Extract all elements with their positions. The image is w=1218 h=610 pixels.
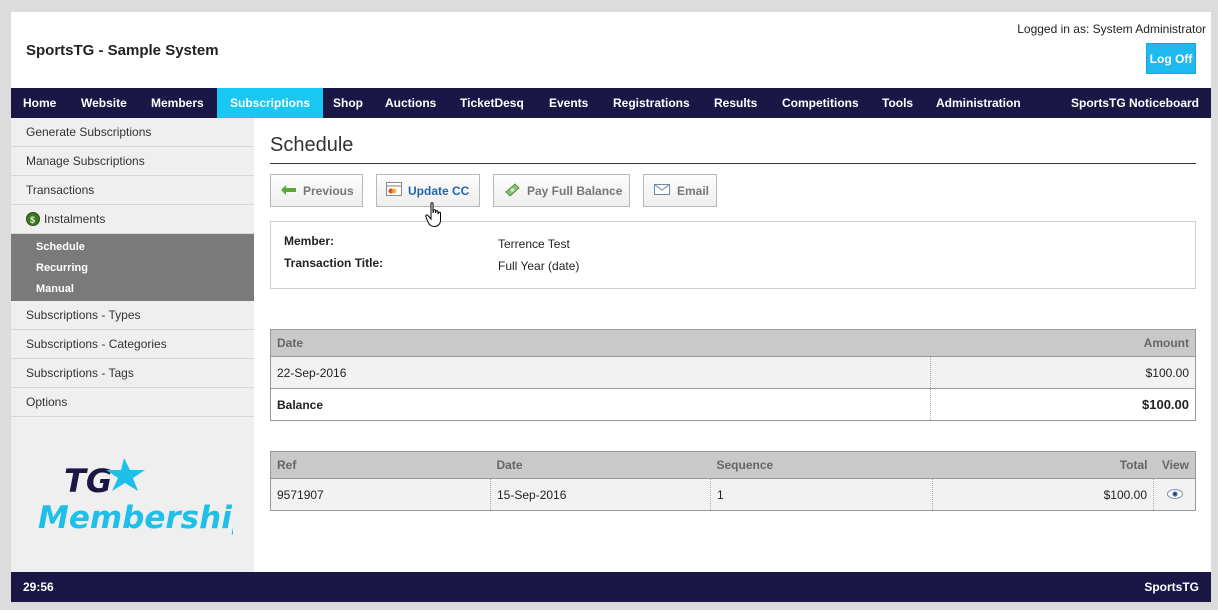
email-button[interactable]: Email [643, 174, 717, 207]
nav-results[interactable]: Results [702, 88, 769, 118]
sidebar-subitem-schedule[interactable]: Schedule [11, 237, 254, 258]
log-off-button[interactable]: Log Off [1146, 43, 1196, 74]
pay-full-balance-button[interactable]: Pay Full Balance [493, 174, 630, 207]
tg-membership-logo: TG Membership [38, 458, 233, 536]
page-title: Schedule [270, 134, 354, 156]
cell-amount: $100.00 [930, 356, 1196, 389]
table-row: 9571907 15-Sep-2016 1 $100.00 [270, 478, 1196, 511]
schedule-table: Date Amount 22-Sep-2016 $100.00 Balance … [270, 329, 1196, 421]
column-header-sequence: Sequence [710, 451, 933, 479]
cell-date: 22-Sep-2016 [270, 356, 931, 389]
nav-auctions[interactable]: Auctions [373, 88, 448, 118]
nav-website[interactable]: Website [69, 88, 139, 118]
nav-competitions[interactable]: Competitions [770, 88, 871, 118]
dollar-coin-icon [26, 206, 40, 234]
envelope-icon [654, 183, 670, 198]
sidebar-subitem-manual[interactable]: Manual [11, 279, 254, 300]
column-header-ref: Ref [270, 451, 491, 479]
arrow-left-icon [281, 184, 296, 198]
sidebar-item-subscription-tags[interactable]: Subscriptions - Tags [11, 359, 254, 388]
sidebar-subitem-recurring[interactable]: Recurring [11, 258, 254, 279]
sidebar-item-subscription-categories[interactable]: Subscriptions - Categories [11, 330, 254, 359]
sidebar-item-label: Instalments [44, 212, 106, 226]
session-timer: 29:56 [23, 580, 54, 594]
column-header-date: Date [490, 451, 711, 479]
sidebar-item-instalments[interactable]: Instalments [11, 205, 254, 234]
credit-card-icon [386, 182, 402, 199]
eye-icon[interactable] [1166, 488, 1183, 502]
money-icon [504, 182, 520, 199]
hand-cursor-icon [425, 202, 441, 228]
logged-in-user: Logged in as: System Administrator [1017, 22, 1206, 36]
column-header-amount: Amount [930, 329, 1196, 357]
nav-members[interactable]: Members [139, 88, 216, 118]
nav-ticketdesq[interactable]: TicketDesq [448, 88, 536, 118]
member-value: Terrence Test [498, 237, 570, 251]
table-row: 22-Sep-2016 $100.00 [270, 356, 1196, 389]
balance-label: Balance [270, 388, 931, 421]
cell-date: 15-Sep-2016 [490, 478, 711, 511]
sidebar-item-generate-subscriptions[interactable]: Generate Subscriptions [11, 118, 254, 147]
footer-brand: SportsTG [1144, 580, 1199, 594]
previous-button[interactable]: Previous [270, 174, 363, 207]
app-title: SportsTG - Sample System [26, 42, 219, 59]
nav-events[interactable]: Events [537, 88, 600, 118]
nav-home[interactable]: Home [11, 88, 68, 118]
sidebar-item-options[interactable]: Options [11, 388, 254, 417]
balance-value: $100.00 [930, 388, 1196, 421]
cell-total: $100.00 [932, 478, 1154, 511]
cell-view [1153, 478, 1196, 511]
sidebar-subgroup: Schedule Recurring Manual [11, 234, 254, 301]
column-header-total: Total [932, 451, 1154, 479]
balance-row: Balance $100.00 [270, 388, 1196, 421]
sidebar-item-transactions[interactable]: Transactions [11, 176, 254, 205]
cell-sequence: 1 [710, 478, 933, 511]
nav-registrations[interactable]: Registrations [601, 88, 702, 118]
nav-tools[interactable]: Tools [870, 88, 925, 118]
footer: 29:56 SportsTG [11, 572, 1211, 602]
cell-ref: 9571907 [270, 478, 491, 511]
transaction-title-value: Full Year (date) [498, 259, 580, 273]
sidebar-item-subscription-types[interactable]: Subscriptions - Types [11, 301, 254, 330]
column-header-view: View [1153, 451, 1196, 479]
sidebar: Generate Subscriptions Manage Subscripti… [11, 118, 254, 572]
header: SportsTG - Sample System Logged in as: S… [11, 12, 1211, 88]
nav-administration[interactable]: Administration [924, 88, 1033, 118]
nav-subscriptions[interactable]: Subscriptions [217, 88, 324, 118]
logo-tg-text: TG [64, 462, 112, 500]
transaction-title-label: Transaction Title: [284, 256, 384, 270]
logo-membership-text: Membership [38, 500, 233, 536]
app-window: SportsTG - Sample System Logged in as: S… [11, 12, 1211, 602]
column-header-date: Date [270, 329, 931, 357]
main-nav: Home Website Members Subscriptions Shop … [11, 88, 1211, 118]
nav-shop[interactable]: Shop [321, 88, 375, 118]
member-label: Member: [284, 234, 335, 248]
payments-table: Ref Date Sequence Total View 9571907 15-… [270, 451, 1196, 511]
sidebar-item-manage-subscriptions[interactable]: Manage Subscriptions [11, 147, 254, 176]
title-divider [270, 163, 1196, 164]
nav-noticeboard[interactable]: SportsTG Noticeboard [1071, 88, 1199, 118]
member-details-panel: Member: Terrence Test Transaction Title:… [270, 221, 1196, 289]
